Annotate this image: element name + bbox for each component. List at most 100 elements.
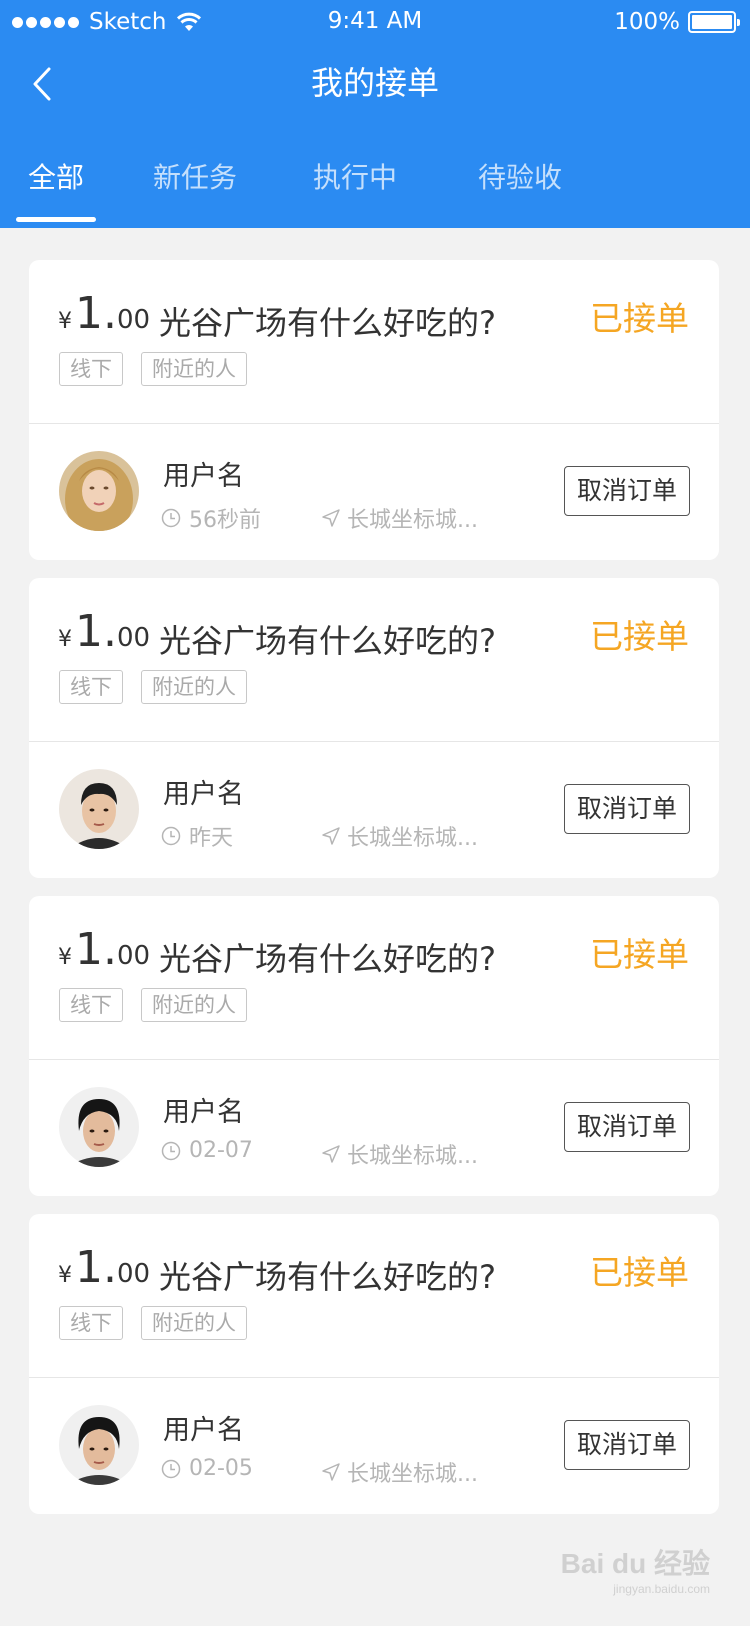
male-avatar-icon — [59, 1405, 139, 1485]
price-integer: 1. — [75, 924, 117, 975]
currency-symbol: ¥ — [58, 627, 72, 652]
order-price: ¥ 1. 00 — [58, 288, 150, 348]
time-text: 昨天 — [189, 826, 234, 851]
tab-new-tasks[interactable]: 新任务 — [140, 150, 250, 228]
tag-offline: 线下 — [59, 988, 123, 1022]
order-user-row: 用户名 昨天 长城坐标城... 取消订单 — [29, 742, 719, 878]
order-price: ¥ 1. 00 — [58, 924, 150, 984]
order-card[interactable]: ¥ 1. 00 光谷广场有什么好吃的? 已接单 线下 附近的人 — [29, 1214, 719, 1514]
username: 用户名 — [163, 461, 244, 492]
username: 用户名 — [163, 779, 244, 810]
location-arrow-icon — [322, 827, 340, 845]
order-location: 长城坐标城... — [321, 1138, 478, 1170]
order-card[interactable]: ¥ 1. 00 光谷广场有什么好吃的? 已接单 线下 附近的人 — [29, 896, 719, 1196]
male-avatar-icon — [59, 1087, 139, 1167]
order-user-row: 用户名 56秒前 长城坐标城... 取消订单 — [29, 424, 719, 560]
order-location: 长城坐标城... — [321, 502, 478, 534]
avatar — [59, 769, 139, 849]
cancel-order-button[interactable]: 取消订单 — [564, 1102, 690, 1152]
avatar — [59, 1087, 139, 1167]
cancel-order-button[interactable]: 取消订单 — [564, 784, 690, 834]
clock-icon — [161, 826, 181, 846]
order-summary: ¥ 1. 00 光谷广场有什么好吃的? 已接单 线下 附近的人 — [29, 896, 719, 1060]
tag-list: 线下 附近的人 — [59, 988, 247, 1022]
task-title: 光谷广场有什么好吃的? — [159, 1258, 496, 1296]
price-decimal: 00 — [116, 1259, 151, 1289]
order-user-row: 用户名 02-05 长城坐标城... 取消订单 — [29, 1378, 719, 1514]
order-price: ¥ 1. 00 — [58, 1242, 150, 1302]
tab-label: 待验收 — [477, 161, 562, 194]
order-card[interactable]: ¥ 1. 00 光谷广场有什么好吃的? 已接单 线下 附近的人 — [29, 578, 719, 878]
order-time: 56秒前 — [161, 502, 261, 534]
order-location: 长城坐标城... — [321, 820, 478, 852]
currency-symbol: ¥ — [58, 945, 72, 970]
username: 用户名 — [163, 1097, 244, 1128]
price-integer: 1. — [75, 288, 117, 339]
tag-nearby: 附近的人 — [141, 670, 247, 704]
tab-bar: 全部 新任务 执行中 待验收 — [0, 150, 750, 228]
tag-offline: 线下 — [59, 1306, 123, 1340]
price-integer: 1. — [75, 1242, 117, 1293]
tag-nearby: 附近的人 — [141, 352, 247, 386]
tag-list: 线下 附近的人 — [59, 670, 247, 704]
tab-active-indicator — [16, 217, 96, 222]
order-status: 已接单 — [590, 617, 689, 656]
tag-list: 线下 附近的人 — [59, 352, 247, 386]
order-summary: ¥ 1. 00 光谷广场有什么好吃的? 已接单 线下 附近的人 — [29, 1214, 719, 1378]
male-avatar-icon — [59, 769, 139, 849]
order-card[interactable]: ¥ 1. 00 光谷广场有什么好吃的? 已接单 线下 附近的人 — [29, 260, 719, 560]
username: 用户名 — [163, 1415, 244, 1446]
tag-list: 线下 附近的人 — [59, 1306, 247, 1340]
avatar — [59, 1405, 139, 1485]
female-avatar-icon — [59, 451, 139, 531]
clock-icon — [161, 1141, 181, 1160]
time-text: 02-05 — [189, 1456, 253, 1481]
tab-label: 执行中 — [312, 161, 397, 194]
clock-icon — [161, 508, 181, 528]
tab-label: 新任务 — [152, 161, 237, 194]
order-time: 昨天 — [161, 820, 233, 852]
app-header: Sketch 9:41 AM 100% 我的接单 全部 新任务 执行中 待验收 — [0, 0, 750, 228]
location-arrow-icon — [322, 1463, 340, 1481]
order-price: ¥ 1. 00 — [58, 606, 150, 666]
tag-offline: 线下 — [59, 670, 123, 704]
battery-percent: 100% — [614, 9, 680, 35]
location-text: 长城坐标城... — [347, 508, 478, 533]
location-text: 长城坐标城... — [347, 826, 478, 851]
tag-offline: 线下 — [59, 352, 123, 386]
time-text: 02-07 — [189, 1138, 253, 1163]
status-bar: Sketch 9:41 AM 100% — [0, 0, 750, 44]
task-title: 光谷广场有什么好吃的? — [159, 940, 496, 978]
tag-nearby: 附近的人 — [141, 1306, 247, 1340]
tab-in-progress[interactable]: 执行中 — [300, 150, 410, 228]
tab-pending-acceptance[interactable]: 待验收 — [465, 150, 575, 228]
battery-icon — [688, 11, 740, 33]
price-decimal: 00 — [116, 305, 151, 335]
order-summary: ¥ 1. 00 光谷广场有什么好吃的? 已接单 线下 附近的人 — [29, 578, 719, 742]
price-decimal: 00 — [116, 941, 151, 971]
order-status: 已接单 — [590, 299, 689, 338]
task-title: 光谷广场有什么好吃的? — [159, 304, 496, 342]
order-user-row: 用户名 02-07 长城坐标城... 取消订单 — [29, 1060, 719, 1196]
order-status: 已接单 — [590, 935, 689, 974]
currency-symbol: ¥ — [58, 309, 72, 334]
time-text: 56秒前 — [189, 508, 261, 533]
order-summary: ¥ 1. 00 光谷广场有什么好吃的? 已接单 线下 附近的人 — [29, 260, 719, 424]
location-text: 长城坐标城... — [347, 1462, 478, 1487]
location-text: 长城坐标城... — [347, 1144, 478, 1169]
tab-all[interactable]: 全部 — [16, 150, 96, 228]
clock-icon — [161, 1459, 181, 1478]
task-title: 光谷广场有什么好吃的? — [159, 622, 496, 660]
location-arrow-icon — [322, 1145, 340, 1163]
location-arrow-icon — [322, 509, 340, 527]
tab-label: 全部 — [27, 161, 84, 194]
currency-symbol: ¥ — [58, 1263, 72, 1288]
cancel-order-button[interactable]: 取消订单 — [564, 466, 690, 516]
price-integer: 1. — [75, 606, 117, 657]
price-decimal: 00 — [116, 623, 151, 653]
cancel-order-button[interactable]: 取消订单 — [564, 1420, 690, 1470]
page-title: 我的接单 — [310, 64, 439, 102]
tag-nearby: 附近的人 — [141, 988, 247, 1022]
order-location: 长城坐标城... — [321, 1456, 478, 1488]
avatar — [59, 451, 139, 531]
